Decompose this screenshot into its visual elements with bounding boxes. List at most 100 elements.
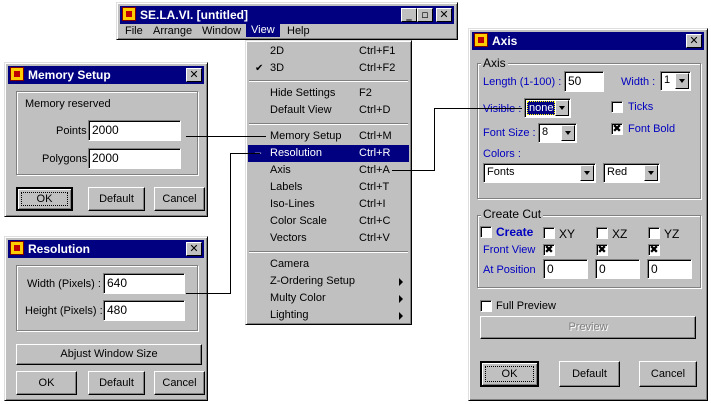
- close-button[interactable]: ✕: [186, 242, 202, 256]
- front-view-label: Front View: [483, 244, 536, 256]
- axis-title: Axis: [492, 34, 518, 48]
- polygons-input[interactable]: 2000: [88, 148, 181, 169]
- menu-item-z-ordering-setup[interactable]: Z-Ordering Setup: [248, 273, 409, 290]
- menu-item-hide-settings[interactable]: Hide Settings F2: [248, 85, 409, 102]
- menu-item-labels[interactable]: Labels Ctrl+T: [248, 179, 409, 196]
- chevron-down-icon[interactable]: [555, 100, 569, 116]
- font-bold-checkbox[interactable]: ✖: [611, 123, 623, 135]
- default-button[interactable]: Default: [559, 361, 620, 387]
- preview-button[interactable]: Preview: [480, 316, 696, 339]
- colors-item-select[interactable]: Fonts: [483, 163, 596, 183]
- create-cut-group-label: Create Cut: [481, 207, 544, 221]
- menu-file[interactable]: File: [125, 25, 143, 37]
- cancel-button[interactable]: Cancel: [639, 361, 697, 387]
- xz-checkbox[interactable]: [596, 227, 608, 239]
- cancel-button[interactable]: Cancel: [154, 187, 205, 211]
- position-y-input[interactable]: 0: [595, 259, 640, 279]
- xy-label: XY: [559, 227, 576, 241]
- length-input[interactable]: 50: [564, 71, 604, 92]
- front-view-xz-checkbox[interactable]: ✖: [596, 244, 608, 256]
- menu-item-camera[interactable]: Camera: [248, 256, 409, 273]
- menu-window[interactable]: Window: [202, 25, 241, 37]
- width-pixels-input[interactable]: 640: [103, 273, 185, 294]
- colors-value-select[interactable]: Red: [603, 163, 660, 183]
- ok-button[interactable]: OK: [16, 187, 73, 211]
- create-checkbox[interactable]: [480, 226, 492, 238]
- axis-group-label: Axis: [481, 56, 508, 70]
- menu-separator: [249, 251, 408, 253]
- chevron-down-icon[interactable]: [580, 165, 594, 181]
- connector-line-axis-h1: [392, 170, 434, 171]
- adjust-window-size-button[interactable]: Abjust Window Size: [16, 344, 202, 365]
- visible-select[interactable]: none: [524, 98, 571, 118]
- menu-item-memory-setup[interactable]: Memory Setup Ctrl+M: [248, 128, 409, 145]
- height-pixels-input[interactable]: 480: [103, 300, 185, 321]
- cancel-button[interactable]: Cancel: [154, 371, 205, 395]
- width-pixels-label: Width (Pixels) :: [27, 278, 101, 290]
- focus-rect: [485, 366, 534, 382]
- connector-line-axis-h2: [434, 108, 522, 109]
- xz-label: XZ: [612, 227, 628, 241]
- length-label: Length (1-100) :: [483, 76, 562, 88]
- menu-item-axis[interactable]: Axis Ctrl+A: [248, 162, 409, 179]
- close-button[interactable]: ✕: [686, 34, 702, 48]
- minimize-button[interactable]: _: [401, 8, 417, 22]
- default-button[interactable]: Default: [88, 187, 145, 211]
- default-button[interactable]: Default: [88, 371, 145, 395]
- ok-button[interactable]: OK: [16, 371, 77, 395]
- app-icon: [474, 33, 488, 47]
- menu-item-color-scale[interactable]: Color Scale Ctrl+C: [248, 213, 409, 230]
- app-icon: [10, 67, 24, 81]
- main-title-bar[interactable]: SE.LA.VI. [untitled] _ ▫ ✕: [120, 6, 454, 24]
- points-input[interactable]: 2000: [88, 120, 181, 141]
- app-icon: [122, 7, 136, 21]
- chevron-down-icon[interactable]: [561, 125, 575, 141]
- menu-item-resolution[interactable]: –ResolutionCtrl+R: [248, 145, 409, 162]
- connector-line-memory: [186, 136, 266, 137]
- menu-view[interactable]: View: [246, 23, 280, 37]
- height-pixels-label: Height (Pixels) :: [25, 305, 103, 317]
- maximize-button[interactable]: ▫: [417, 8, 433, 22]
- yz-checkbox[interactable]: [648, 227, 660, 239]
- chevron-down-icon[interactable]: [644, 165, 658, 181]
- menu-item-lighting[interactable]: Lighting: [248, 307, 409, 324]
- app-icon: [10, 241, 24, 255]
- font-bold-label: Font Bold: [628, 123, 676, 135]
- menu-separator: [249, 80, 408, 82]
- position-x-input[interactable]: 0: [543, 259, 588, 279]
- front-view-xy-checkbox[interactable]: ✖: [543, 244, 555, 256]
- full-preview-checkbox[interactable]: [480, 300, 492, 312]
- close-button[interactable]: ✕: [436, 8, 452, 22]
- chevron-down-icon[interactable]: [675, 73, 689, 89]
- menu-item-default-view[interactable]: Default View Ctrl+D: [248, 102, 409, 119]
- menu-item-iso-lines[interactable]: Iso-Lines Ctrl+I: [248, 196, 409, 213]
- font-size-select[interactable]: 8: [538, 123, 577, 143]
- menu-item-2d[interactable]: 2D Ctrl+F1: [248, 43, 409, 60]
- resolution-title: Resolution: [28, 242, 90, 256]
- ticks-checkbox[interactable]: [611, 101, 623, 113]
- width-select[interactable]: 1: [660, 71, 691, 91]
- full-preview-label: Full Preview: [496, 300, 556, 312]
- menu-item-multy-color[interactable]: Multy Color: [248, 290, 409, 307]
- resolution-title-bar[interactable]: Resolution ✕: [8, 240, 204, 258]
- menu-help[interactable]: Help: [287, 25, 310, 37]
- width-label: Width :: [621, 76, 656, 88]
- xy-checkbox[interactable]: [543, 227, 555, 239]
- submenu-arrow-icon: [399, 295, 403, 303]
- ok-button[interactable]: OK: [480, 361, 539, 387]
- visible-label: Visible :: [483, 103, 522, 115]
- position-z-input[interactable]: 0: [647, 259, 692, 279]
- menu-separator: [249, 123, 408, 125]
- connector-line-axis-v: [434, 108, 435, 171]
- close-button[interactable]: ✕: [186, 68, 202, 82]
- menu-item-3d[interactable]: ✔ 3D Ctrl+F2: [248, 60, 409, 77]
- axis-title-bar[interactable]: Axis ✕: [472, 32, 704, 50]
- front-view-yz-checkbox[interactable]: ✖: [648, 244, 660, 256]
- menu-item-vectors[interactable]: Vectors Ctrl+V: [248, 230, 409, 247]
- checkmark-icon: ✔: [255, 63, 264, 74]
- create-label: Create: [496, 225, 534, 239]
- menu-arrange[interactable]: Arrange: [153, 25, 192, 37]
- memory-setup-title-bar[interactable]: Memory Setup ✕: [8, 66, 204, 84]
- view-menu: 2D Ctrl+F1 ✔ 3D Ctrl+F2 Hide Settings F2 Def…: [245, 40, 412, 325]
- memory-setup-title: Memory Setup: [28, 68, 111, 82]
